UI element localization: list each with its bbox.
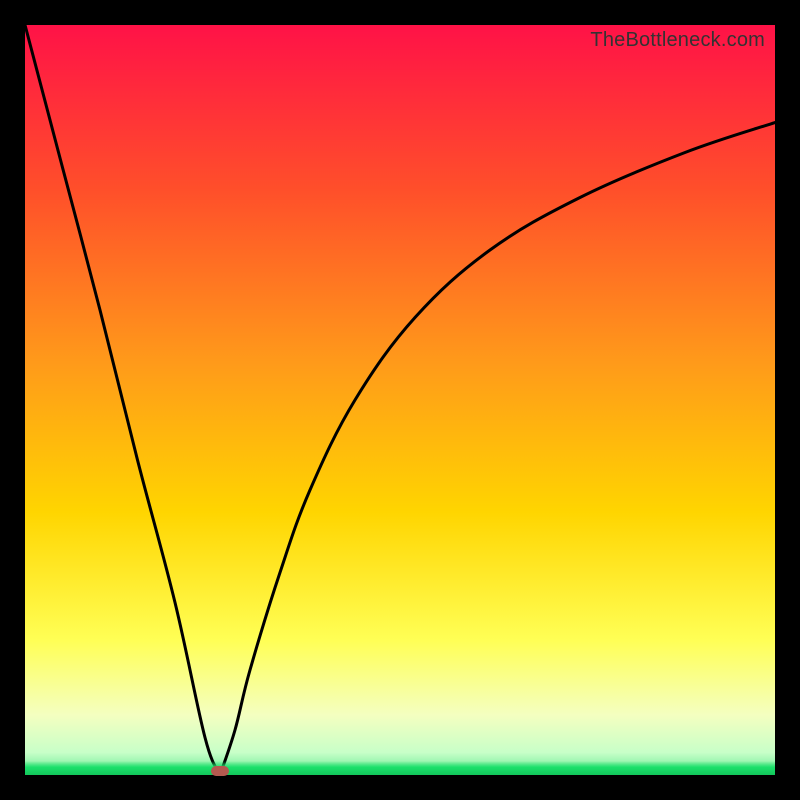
gradient-background <box>25 25 775 775</box>
watermark-text: TheBottleneck.com <box>590 29 765 52</box>
green-baseline-strip <box>25 761 775 775</box>
chart-canvas <box>25 25 775 775</box>
chart-frame: TheBottleneck.com <box>25 25 775 775</box>
minimum-marker <box>211 766 229 776</box>
